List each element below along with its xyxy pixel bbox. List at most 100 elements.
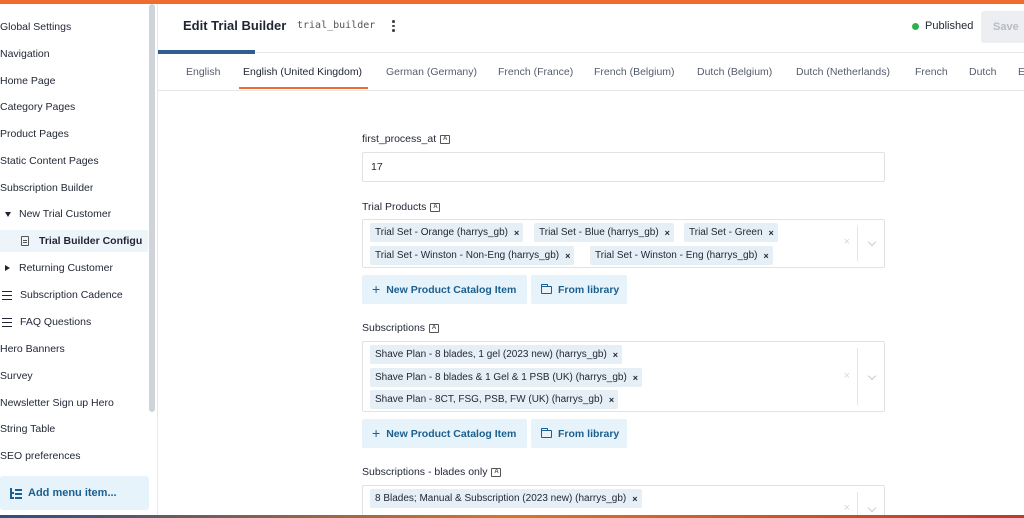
sidebar-item-label: Home Page — [0, 75, 56, 87]
select-divider — [857, 226, 858, 261]
field-label-subscriptions: Subscriptions A — [362, 322, 440, 334]
tab-dutch-belgium[interactable]: Dutch (Belgium) — [697, 66, 772, 78]
selected-chip: Trial Set - Blue (harrys_gb) × — [534, 223, 674, 242]
field-label-trial-products: Trial Products A — [362, 201, 441, 213]
button-label: From library — [558, 427, 620, 440]
sidebar-item-label: Trial Builder Configu — [39, 235, 143, 247]
sidebar-item-newsletter-sign-up-hero[interactable]: Newsletter Sign up Hero — [0, 392, 148, 414]
status-dot-icon — [912, 22, 919, 30]
trial-products-select[interactable]: Trial Set - Orange (harrys_gb) × Trial Se… — [362, 219, 885, 268]
sidebar-item-hero-banners[interactable]: Hero Banners — [0, 338, 148, 360]
sidebar-item-label: Newsletter Sign up Hero — [0, 397, 114, 409]
from-library-button[interactable]: From library — [531, 419, 627, 448]
caret-down-icon — [5, 211, 11, 217]
remove-chip-icon[interactable]: × — [632, 494, 641, 504]
translate-icon: A — [440, 134, 451, 144]
translate-icon: A — [491, 467, 502, 477]
sidebar-item-trial-builder-config[interactable]: Trial Builder Configu — [0, 230, 148, 252]
chip-label: Trial Set - Green — [689, 227, 763, 238]
translate-icon: A — [430, 202, 441, 212]
tab-french[interactable]: French — [915, 66, 948, 78]
status-label: Published — [925, 20, 974, 32]
list-icon — [2, 317, 12, 327]
document-icon — [21, 236, 29, 246]
chevron-down-icon[interactable] — [867, 371, 877, 381]
subscriptions-select[interactable]: Shave Plan - 8 blades, 1 gel (2023 new) … — [362, 341, 885, 412]
sidebar-item-survey[interactable]: Survey — [0, 365, 148, 387]
first-process-at-input[interactable]: 17 — [362, 152, 885, 182]
sidebar-item-label: Category Pages — [0, 101, 76, 113]
new-product-catalog-item-button[interactable]: + New Product Catalog Item — [362, 275, 527, 304]
tab-french-france[interactable]: French (France) — [498, 66, 573, 78]
save-button[interactable]: Save — [981, 11, 1024, 43]
tab-french-belgium[interactable]: French (Belgium) — [594, 66, 675, 78]
selected-chip: Trial Set - Green × — [684, 223, 778, 242]
active-tab-indicator — [239, 87, 368, 89]
sidebar-item-category-pages[interactable]: Category Pages — [0, 96, 148, 118]
sidebar-item-seo-preferences[interactable]: SEO preferences — [0, 445, 148, 467]
add-list-icon — [10, 488, 22, 499]
sidebar-item-label: SEO preferences — [0, 450, 81, 462]
new-product-catalog-item-button[interactable]: + New Product Catalog Item — [362, 419, 527, 448]
sidebar-item-new-trial-customer[interactable]: New Trial Customer — [0, 203, 148, 225]
selected-chip: Shave Plan - 8 blades & 1 Gel & 1 PSB (U… — [370, 368, 643, 387]
remove-chip-icon[interactable]: × — [514, 228, 523, 238]
sidebar-item-label: Static Content Pages — [0, 155, 99, 167]
chevron-down-icon[interactable] — [867, 237, 877, 247]
sidebar-item-label: Subscription Cadence — [20, 289, 123, 301]
remove-chip-icon[interactable]: × — [633, 373, 642, 383]
sidebar-item-home-page[interactable]: Home Page — [0, 70, 148, 92]
remove-chip-icon[interactable]: × — [609, 395, 618, 405]
page-title: Edit Trial Builder — [183, 18, 287, 33]
sidebar-item-string-table[interactable]: String Table — [0, 418, 148, 440]
chip-label: Trial Set - Winston - Non-Eng (harrys_gb… — [375, 250, 560, 261]
chip-label: Trial Set - Winston - Eng (harrys_gb) — [595, 250, 758, 261]
sidebar-item-label: FAQ Questions — [20, 316, 92, 328]
tab-english-united-kingdom[interactable]: English (United Kingdom) — [243, 66, 362, 78]
selected-chip: 8 Blades; Manual & Subscription (2023 ne… — [370, 489, 642, 508]
remove-chip-icon[interactable]: × — [769, 228, 778, 238]
sidebar-item-subscription-cadence[interactable]: Subscription Cadence — [0, 284, 148, 306]
tab-more[interactable]: E — [1018, 66, 1024, 78]
chip-label: Shave Plan - 8 blades, 1 gel (2023 new) … — [375, 349, 607, 360]
field-label-first-process-at: first_process_at A — [362, 133, 451, 145]
add-menu-item-label: Add menu item... — [28, 487, 117, 499]
field-label-text: first_process_at — [362, 133, 437, 145]
more-options-icon[interactable] — [391, 19, 395, 33]
tab-dutch[interactable]: Dutch — [969, 66, 996, 78]
subscriptions-blades-only-select[interactable]: 8 Blades; Manual & Subscription (2023 ne… — [362, 485, 885, 515]
remove-chip-icon[interactable]: × — [763, 251, 772, 261]
remove-chip-icon[interactable]: × — [565, 251, 574, 261]
selected-chip: Trial Set - Winston - Eng (harrys_gb) × — [590, 246, 773, 265]
clear-selection-icon[interactable]: × — [844, 370, 850, 382]
from-library-button[interactable]: From library — [531, 275, 627, 304]
sidebar-item-product-pages[interactable]: Product Pages — [0, 123, 148, 145]
sidebar-item-navigation[interactable]: Navigation — [0, 43, 148, 65]
tab-german-germany[interactable]: German (Germany) — [386, 66, 477, 78]
select-divider — [857, 348, 858, 405]
select-divider — [857, 492, 858, 515]
clear-selection-icon[interactable]: × — [844, 236, 850, 248]
plus-icon: + — [372, 281, 381, 297]
remove-chip-icon[interactable]: × — [665, 228, 674, 238]
tab-dutch-netherlands[interactable]: Dutch (Netherlands) — [796, 66, 890, 78]
tab-english[interactable]: English — [186, 66, 220, 78]
add-menu-item-button[interactable]: Add menu item... — [0, 476, 149, 510]
sidebar-item-returning-customer[interactable]: Returning Customer — [0, 257, 148, 279]
sidebar-item-global-settings[interactable]: Global Settings — [0, 16, 148, 38]
button-label: New Product Catalog Item — [386, 283, 517, 296]
sidebar-item-label: New Trial Customer — [19, 208, 112, 220]
locale-tabs: English English (United Kingdom) German … — [158, 55, 1024, 91]
header-divider — [255, 52, 1024, 53]
sidebar-item-subscription-builder[interactable]: Subscription Builder — [0, 177, 148, 199]
sidebar-scrollbar[interactable] — [149, 4, 155, 412]
remove-chip-icon[interactable]: × — [613, 350, 622, 360]
sidebar-item-faq-questions[interactable]: FAQ Questions — [0, 311, 148, 333]
chip-label: Trial Set - Blue (harrys_gb) — [539, 227, 659, 238]
selected-chip: Shave Plan - 8CT, FSG, PSB, FW (UK) (har… — [370, 390, 619, 409]
clear-selection-icon[interactable]: × — [844, 502, 850, 514]
sidebar: Global Settings Navigation Home Page Cat… — [0, 4, 158, 515]
sidebar-item-label: Product Pages — [0, 128, 69, 140]
chevron-down-icon[interactable] — [867, 503, 877, 513]
sidebar-item-static-content-pages[interactable]: Static Content Pages — [0, 150, 148, 172]
